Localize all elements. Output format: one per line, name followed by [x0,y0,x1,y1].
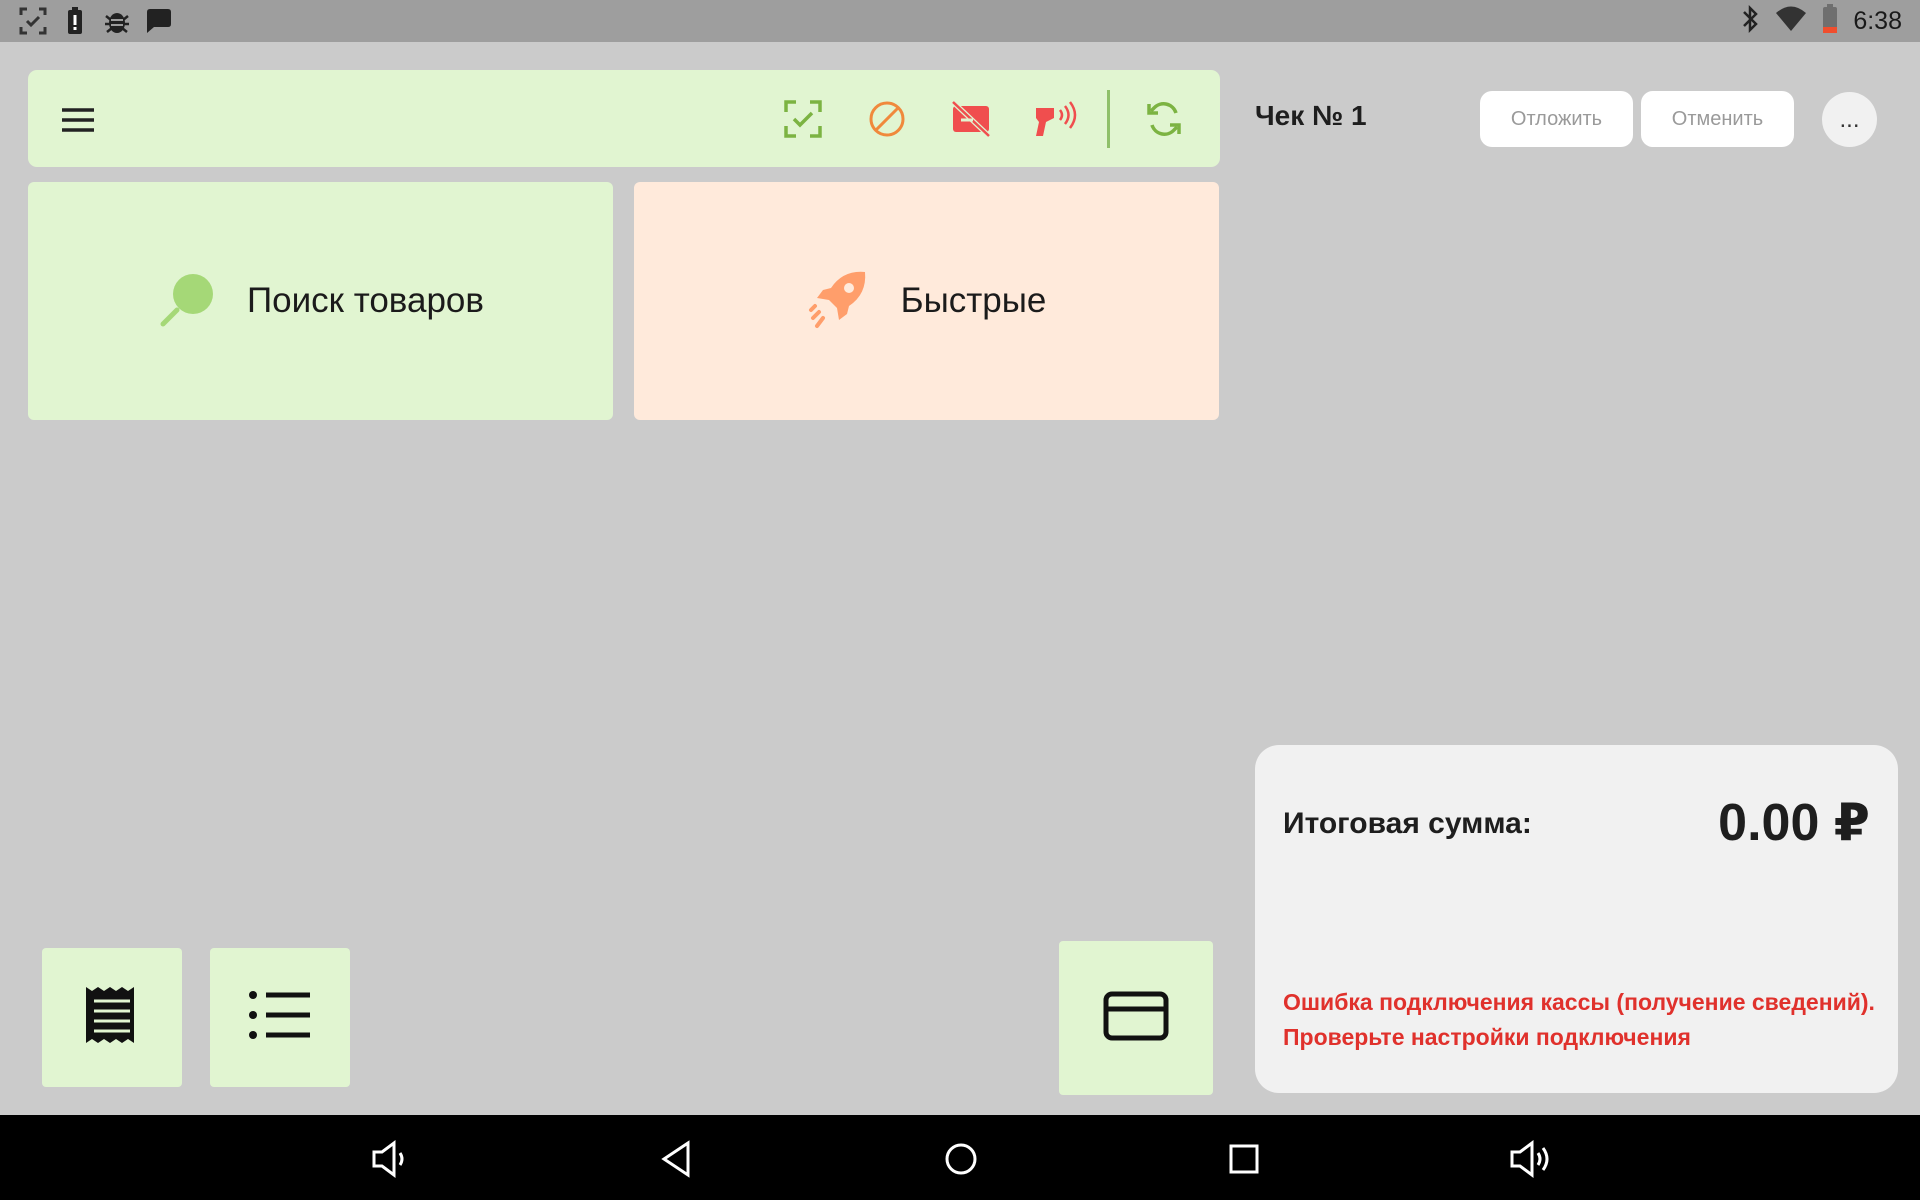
summary-panel: Итоговая сумма: 0.00 ₽ Ошибка подключени… [1255,745,1898,1093]
forbidden-icon[interactable] [864,96,910,142]
volume-up-icon[interactable] [1508,1139,1549,1179]
total-label: Итоговая сумма: [1283,807,1532,840]
postpone-button[interactable]: Отложить [1480,91,1633,147]
status-bar: 6:38 [0,0,1920,42]
payment-button[interactable] [1059,941,1213,1095]
receipt-icon [84,985,140,1050]
battery-low-icon [1821,3,1839,39]
quick-items-label: Быстрые [900,281,1047,320]
more-button[interactable]: ... [1822,92,1877,147]
sync-icon[interactable] [1141,96,1187,142]
screenshot-icon [18,6,48,36]
scan-check-icon[interactable] [780,96,826,142]
list-icon [248,990,312,1045]
receipts-button[interactable] [42,948,182,1087]
menu-icon[interactable] [58,100,98,140]
toolbar [28,70,1220,167]
home-icon[interactable] [941,1139,981,1179]
bug-icon [102,6,132,36]
product-search-tile[interactable]: Поиск товаров [28,182,613,420]
clock: 6:38 [1853,6,1902,35]
wifi-icon [1775,5,1807,38]
rocket-icon [807,266,873,337]
back-icon[interactable] [658,1139,698,1179]
recents-icon[interactable] [1224,1139,1264,1179]
barcode-scanner-icon[interactable] [1032,96,1078,142]
product-search-label: Поиск товаров [246,281,484,320]
connection-error-message: Ошибка подключения кассы (получение свед… [1283,989,1875,1050]
battery-alert-icon [60,6,90,36]
bluetooth-icon [1739,4,1761,39]
search-icon [157,268,219,335]
toolbar-separator [1107,90,1110,148]
chat-icon [144,6,174,36]
cancel-button[interactable]: Отменить [1641,91,1794,147]
quick-items-tile[interactable]: Быстрые [634,182,1219,420]
list-button[interactable] [210,948,350,1087]
printer-disabled-icon[interactable] [948,96,994,142]
card-icon [1103,991,1169,1046]
volume-down-icon[interactable] [370,1139,410,1179]
total-value: 0.00 ₽ [1718,794,1870,852]
receipt-title: Чек № 1 [1255,100,1367,131]
navigation-bar [0,1115,1920,1200]
